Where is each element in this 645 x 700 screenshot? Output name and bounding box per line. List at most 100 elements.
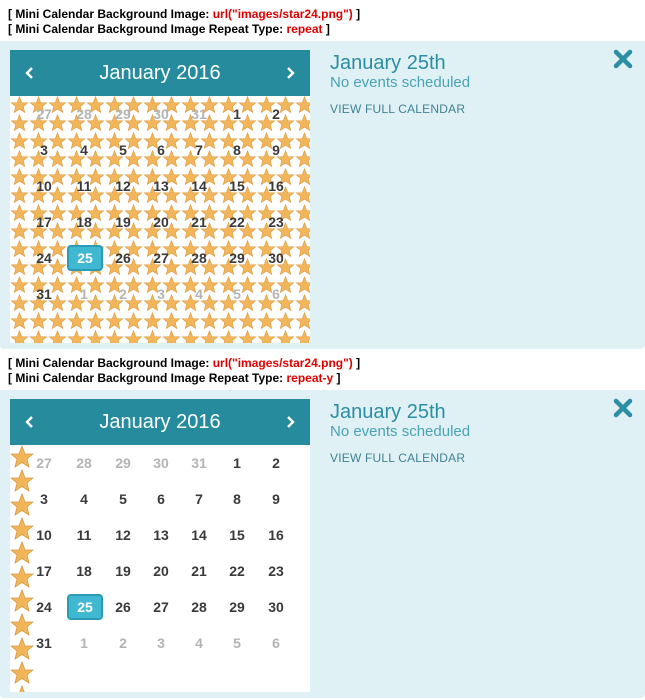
calendar-day[interactable]: 31 <box>180 445 218 481</box>
calendar-day[interactable]: 11 <box>65 517 103 553</box>
calendar-day[interactable]: 24 <box>25 589 63 625</box>
calendar-day[interactable]: 20 <box>142 553 180 589</box>
calendar-day[interactable]: 3 <box>142 276 180 312</box>
calendar-day[interactable]: 4 <box>65 132 103 168</box>
calendar-day[interactable]: 21 <box>180 553 218 589</box>
calendar-day[interactable]: 19 <box>104 553 142 589</box>
calendar-day[interactable]: 30 <box>257 589 295 625</box>
calendar-day[interactable]: 26 <box>104 589 142 625</box>
calendar-day[interactable]: 27 <box>25 96 63 132</box>
calendar-day[interactable]: 15 <box>218 168 256 204</box>
calendar-day[interactable]: 3 <box>25 481 63 517</box>
calendar-day[interactable]: 15 <box>218 517 256 553</box>
calendar-day[interactable]: 10 <box>25 168 63 204</box>
calendar-day[interactable]: 3 <box>142 625 180 661</box>
calendar-day[interactable]: 16 <box>257 168 295 204</box>
calendar-day[interactable]: 5 <box>218 276 256 312</box>
calendar-day[interactable]: 10 <box>25 517 63 553</box>
calendar-day[interactable]: 18 <box>65 204 103 240</box>
calendar-day[interactable]: 31 <box>180 96 218 132</box>
calendar-day[interactable]: 6 <box>142 132 180 168</box>
calendar-day[interactable]: 24 <box>25 240 63 276</box>
calendar-day[interactable]: 4 <box>180 625 218 661</box>
calendar-day[interactable]: 30 <box>142 445 180 481</box>
calendar-day[interactable]: 17 <box>25 204 63 240</box>
close-icon[interactable] <box>612 48 634 70</box>
calendar-day[interactable]: 14 <box>180 517 218 553</box>
calendar-day[interactable]: 23 <box>257 553 295 589</box>
calendar-day[interactable]: 1 <box>65 625 103 661</box>
calendar-day[interactable]: 28 <box>180 589 218 625</box>
calendar-day[interactable]: 20 <box>142 204 180 240</box>
calendar-day[interactable]: 30 <box>142 96 180 132</box>
calendar-day[interactable]: 7 <box>180 481 218 517</box>
calendar-day[interactable]: 22 <box>218 204 256 240</box>
calendar-day[interactable]: 14 <box>180 168 218 204</box>
events-status: No events scheduled <box>330 74 471 91</box>
calendar-day[interactable]: 2 <box>257 445 295 481</box>
calendar-day[interactable]: 2 <box>104 276 142 312</box>
calendar-panel: January 2016 27 28 29 30 31 1 2 3 4 5 6 7 8 9 10 11 12 13… <box>0 41 645 349</box>
calendar-day[interactable]: 2 <box>104 625 142 661</box>
calendar-day[interactable]: 8 <box>218 481 256 517</box>
calendar-day[interactable]: 29 <box>218 589 256 625</box>
chevron-right-icon <box>287 416 295 428</box>
calendar-day[interactable]: 23 <box>257 204 295 240</box>
calendar-day[interactable]: 27 <box>142 589 180 625</box>
caption-background-image: [ Mini Calendar Background Image: url("i… <box>8 356 361 370</box>
calendar-day[interactable]: 12 <box>104 517 142 553</box>
next-month-button[interactable] <box>270 50 310 96</box>
calendar-day[interactable]: 21 <box>180 204 218 240</box>
calendar-day[interactable]: 5 <box>218 625 256 661</box>
calendar-day[interactable]: 5 <box>104 481 142 517</box>
selected-date-title: January 25th <box>330 52 446 74</box>
calendar-day-selected[interactable]: 25 <box>67 594 103 620</box>
day-grid: 27 28 29 30 31 1 2 3 4 5 6 7 8 9 10 11 12 13 14 15 16 17 18 19 2… <box>10 445 310 692</box>
selected-date-title: January 25th <box>330 401 446 423</box>
calendar-day[interactable]: 16 <box>257 517 295 553</box>
calendar-day[interactable]: 2 <box>257 96 295 132</box>
calendar-day[interactable]: 28 <box>65 445 103 481</box>
calendar-day[interactable]: 30 <box>257 240 295 276</box>
calendar-day[interactable]: 4 <box>65 481 103 517</box>
calendar-day[interactable]: 31 <box>25 625 63 661</box>
calendar-day[interactable]: 26 <box>104 240 142 276</box>
calendar-day[interactable]: 9 <box>257 132 295 168</box>
calendar-day[interactable]: 8 <box>218 132 256 168</box>
calendar-day-selected[interactable]: 25 <box>67 245 103 271</box>
calendar-day[interactable]: 13 <box>142 517 180 553</box>
calendar-day[interactable]: 1 <box>65 276 103 312</box>
calendar-day[interactable]: 7 <box>180 132 218 168</box>
calendar-day[interactable]: 18 <box>65 553 103 589</box>
calendar-day[interactable]: 4 <box>180 276 218 312</box>
calendar-day[interactable]: 12 <box>104 168 142 204</box>
calendar-day[interactable]: 27 <box>25 445 63 481</box>
calendar-day[interactable]: 6 <box>257 625 295 661</box>
calendar-day[interactable]: 27 <box>142 240 180 276</box>
close-icon[interactable] <box>612 397 634 419</box>
calendar-day[interactable]: 28 <box>180 240 218 276</box>
view-full-calendar-link[interactable]: VIEW FULL CALENDAR <box>330 102 465 116</box>
calendar-day[interactable]: 29 <box>104 445 142 481</box>
chevron-right-icon <box>287 67 295 79</box>
calendar-day[interactable]: 31 <box>25 276 63 312</box>
calendar-day[interactable]: 28 <box>65 96 103 132</box>
calendar-day[interactable]: 11 <box>65 168 103 204</box>
calendar-day[interactable]: 13 <box>142 168 180 204</box>
calendar-day[interactable]: 29 <box>218 240 256 276</box>
calendar-day[interactable]: 9 <box>257 481 295 517</box>
calendar-day[interactable]: 6 <box>142 481 180 517</box>
calendar-day[interactable]: 22 <box>218 553 256 589</box>
calendar-day[interactable]: 1 <box>218 96 256 132</box>
calendar-day[interactable]: 5 <box>104 132 142 168</box>
calendar-day[interactable]: 19 <box>104 204 142 240</box>
calendar-day[interactable]: 17 <box>25 553 63 589</box>
next-month-button[interactable] <box>270 399 310 445</box>
calendar-day[interactable]: 1 <box>218 445 256 481</box>
calendar-day[interactable]: 29 <box>104 96 142 132</box>
mini-calendar: January 2016 27 28 29 30 31 1 2 3 4 5 6 7 8 9 10 11 12 13… <box>10 399 310 692</box>
calendar-day[interactable]: 6 <box>257 276 295 312</box>
view-full-calendar-link[interactable]: VIEW FULL CALENDAR <box>330 451 465 465</box>
calendar-day[interactable]: 3 <box>25 132 63 168</box>
caption-background-image: [ Mini Calendar Background Image: url("i… <box>8 7 361 21</box>
